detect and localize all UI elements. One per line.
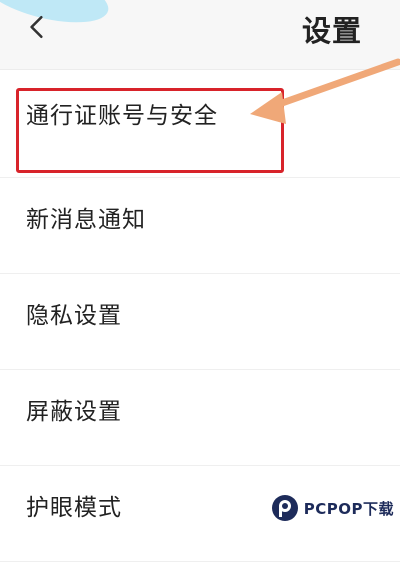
watermark: PCPOP下载 xyxy=(270,492,394,524)
page-title: 设置 xyxy=(301,14,362,48)
chevron-left-icon xyxy=(30,15,43,39)
highlight-box xyxy=(16,88,284,173)
settings-item-label: 新消息通知 xyxy=(26,207,146,233)
settings-item-label: 隐私设置 xyxy=(26,303,122,329)
settings-item-notifications[interactable]: 新消息通知 xyxy=(0,178,400,274)
settings-item-label: 护眼模式 xyxy=(26,495,122,521)
watermark-text: PCPOP下载 xyxy=(303,499,394,518)
settings-item-label: 屏蔽设置 xyxy=(26,399,122,425)
top-bar: 设置 xyxy=(0,0,400,70)
settings-item-block[interactable]: 屏蔽设置 xyxy=(0,370,400,466)
settings-item-privacy[interactable]: 隐私设置 xyxy=(0,274,400,370)
tip-bubble xyxy=(0,0,114,34)
pcpop-logo-icon xyxy=(271,495,298,521)
back-button[interactable] xyxy=(20,10,54,44)
